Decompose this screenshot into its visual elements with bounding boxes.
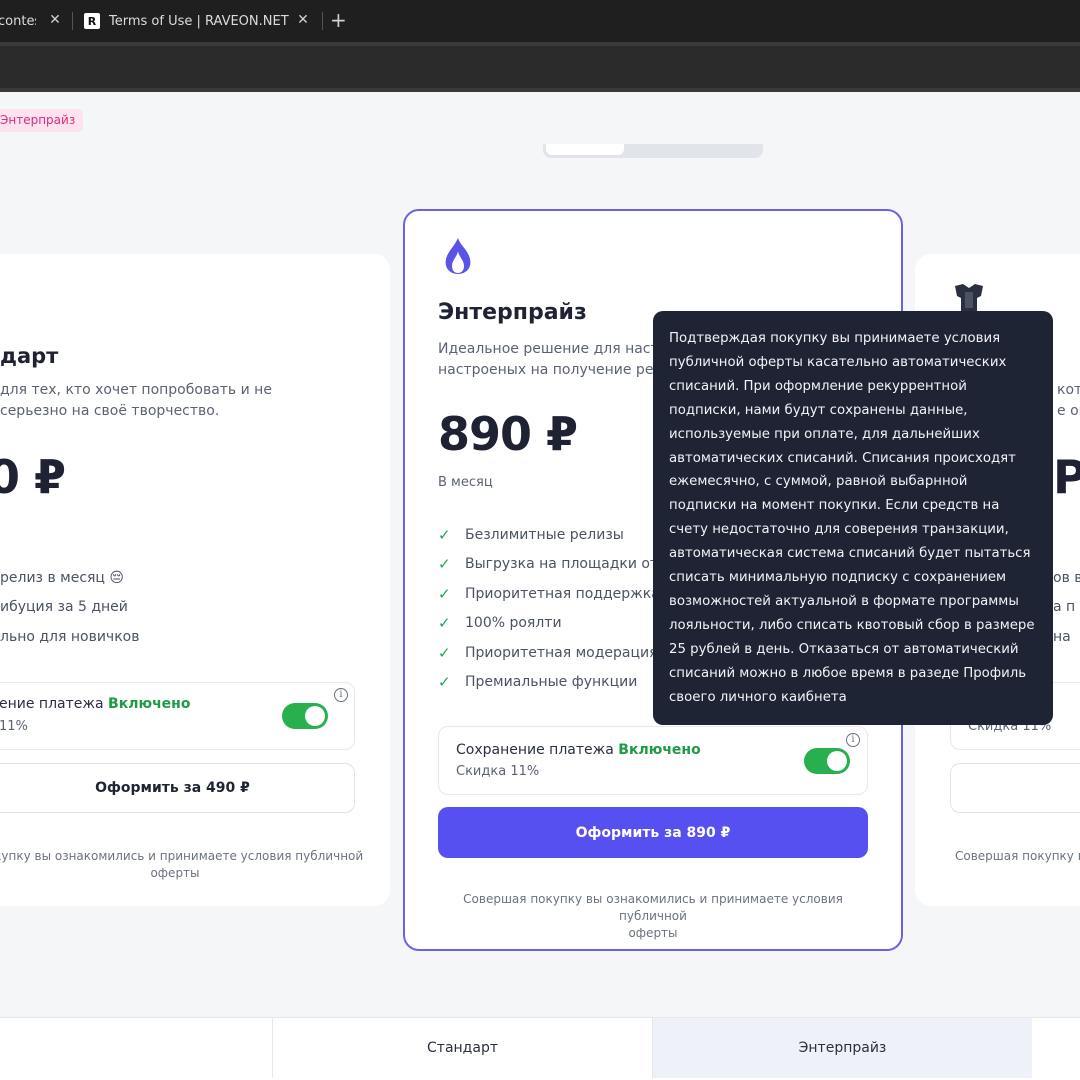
feature-item: ✓ Безлимитные релизы	[438, 525, 624, 544]
plan-description: кото е он	[1057, 382, 1080, 419]
feature-item: ибуция за 5 дней	[0, 599, 128, 616]
plan-title: Энтерпрайз	[438, 300, 587, 325]
plan-description: для тех, кто хочет попробовать и не серь…	[0, 382, 272, 419]
payment-save-toggle[interactable]	[804, 748, 850, 774]
info-icon[interactable]: i	[334, 688, 348, 702]
feature-item: ✓ 100% роялти	[438, 614, 562, 633]
switch-knob	[827, 751, 847, 771]
close-icon[interactable]: ✕	[48, 12, 62, 28]
info-icon[interactable]: i	[846, 733, 860, 747]
feature-list: релиз в месяц 😔 ибуция за 5 дней льно дл…	[0, 563, 139, 652]
close-icon[interactable]: ✕	[296, 12, 310, 28]
buy-button-enterprise[interactable]: Оформить за 890 ₽	[438, 807, 868, 858]
check-icon: ✓	[438, 555, 451, 574]
payment-save-box: Сохранение платежа Включено Скидка 11% i	[438, 726, 868, 795]
armor-icon	[955, 284, 983, 312]
check-icon: ✓	[438, 584, 451, 603]
legal-text: окупку вы ознакомились и принимаете усло…	[0, 849, 364, 880]
check-icon: ✓	[438, 673, 451, 692]
feature-list: ов в а п на	[1053, 563, 1080, 652]
tab-title: contest	[0, 13, 36, 29]
feature-item: льно для новичков	[0, 628, 140, 645]
plan-description: Идеальное решение для наст настроеных на…	[438, 341, 669, 378]
payment-save-label: Сохранение платежа Включено	[456, 742, 701, 758]
flame-icon	[445, 238, 471, 274]
pricing-page: Энтерпрайз дарт для тех, кто хочет попро…	[0, 92, 1080, 1080]
buy-button-premium[interactable]	[950, 763, 1080, 813]
compare-column-standard: Стандарт	[272, 1018, 652, 1078]
buy-button-standard[interactable]: Оформить за 490 ₽	[0, 763, 355, 813]
feature-item: ✓ Премиальные функции	[438, 673, 638, 692]
switch-knob	[305, 706, 325, 726]
payment-state: Включено	[108, 696, 191, 712]
discount-text: 11%	[0, 719, 28, 734]
plan-card-standard: дарт для тех, кто хочет попробовать и не…	[0, 254, 390, 906]
plan-period: В месяц	[438, 475, 493, 490]
plans-compare-table: Стандарт Энтерпрайз	[0, 1017, 1080, 1080]
discount-text: Скидка 11%	[456, 764, 540, 779]
auto-payment-tooltip: Подтверждая покупку вы принимаете услови…	[653, 311, 1053, 725]
browser-tab[interactable]: R Terms of Use | RAVEON.NET ✕	[84, 0, 320, 42]
plan-price: 890 ₽	[438, 407, 578, 461]
feature-list: ✓ Безлимитные релизы ✓ Выгрузка на площадк…	[438, 520, 672, 697]
payment-save-label: ение платежа Включено	[0, 696, 191, 712]
billing-period-toggle[interactable]	[543, 144, 763, 158]
plan-price: P	[1053, 450, 1080, 504]
tab-title: Terms of Use | RAVEON.NET	[109, 13, 289, 29]
toggle-knob	[546, 144, 624, 155]
check-icon: ✓	[438, 614, 451, 633]
plan-title: дарт	[0, 344, 59, 368]
raveon-favicon-icon: R	[84, 13, 100, 29]
tab-separator	[322, 12, 323, 30]
browser-tab[interactable]: contest ✕	[0, 0, 72, 42]
feature-item: на	[1053, 628, 1071, 645]
check-icon: ✓	[438, 643, 451, 662]
browser-toolbar	[0, 42, 1080, 92]
feature-item: ✓ Выгрузка на площадки от 1	[438, 555, 672, 574]
legal-text: Совершая покупку вы ознакомились и прини…	[463, 892, 843, 940]
tab-separator	[72, 12, 73, 30]
check-icon: ✓	[438, 525, 451, 544]
feature-item: ✓ Приоритетная поддержка	[438, 584, 660, 603]
feature-item: ✓ Приоритетная модерация	[438, 643, 658, 662]
compare-column-enterprise: Энтерпрайз	[652, 1018, 1032, 1078]
payment-state: Включено	[618, 742, 701, 758]
browser-tab-bar: contest ✕ R Terms of Use | RAVEON.NET ✕ …	[0, 0, 1080, 42]
plan-price: 0 ₽	[0, 450, 66, 504]
payment-save-toggle[interactable]	[282, 703, 328, 729]
payment-save-box: ение платежа Включено 11% i	[0, 682, 355, 750]
feature-item: а п	[1053, 599, 1076, 616]
new-tab-button[interactable]: +	[330, 10, 347, 30]
plan-badge: Энтерпрайз	[0, 109, 84, 132]
legal-text: Совершая покупку вы	[955, 849, 1080, 863]
feature-item: ов в	[1053, 569, 1080, 586]
feature-item: релиз в месяц 😔	[0, 569, 125, 586]
